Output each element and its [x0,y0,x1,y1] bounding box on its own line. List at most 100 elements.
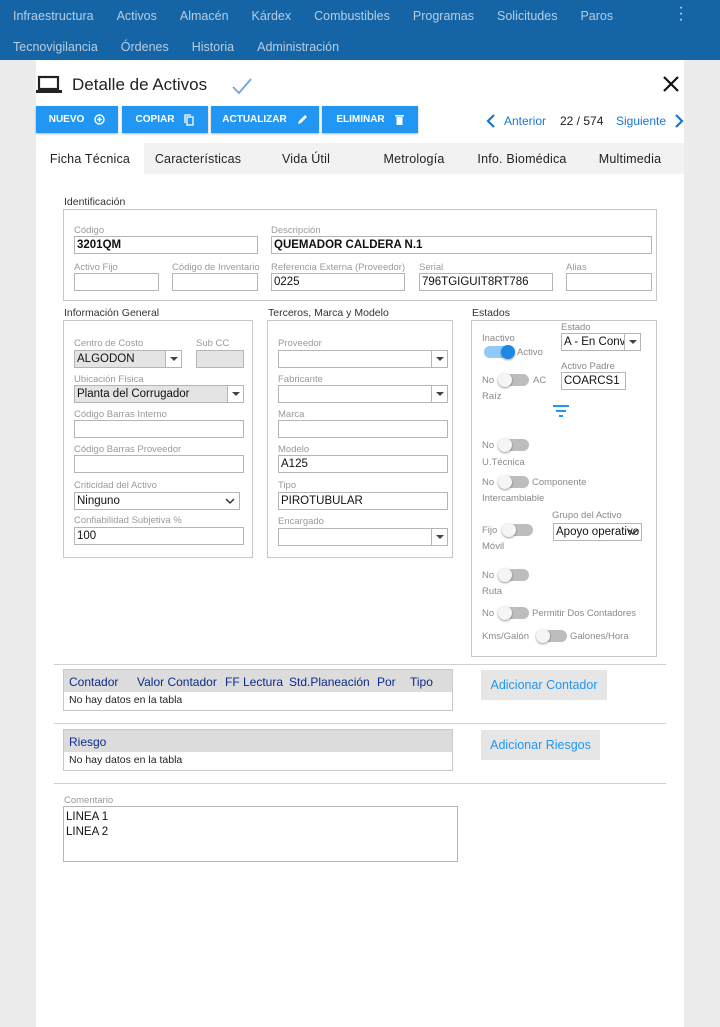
col-ff-lectura[interactable]: FF Lectura [225,675,283,689]
modelo-field[interactable]: A125 [278,455,448,473]
utecnica-toggle[interactable] [498,438,529,452]
eliminar-button[interactable]: ELIMINAR [322,106,418,133]
activo-toggle[interactable] [484,345,515,359]
chevron-left-icon[interactable] [485,113,497,129]
ubicacion-select[interactable]: Planta del Corrugador [74,385,244,403]
activo-fijo-field[interactable] [74,273,159,291]
cb-interno-field[interactable] [74,420,244,438]
no-ac-label: No [482,375,495,386]
nav-administracion[interactable]: Administración [257,40,339,54]
codigo-inventario-field[interactable] [172,273,258,291]
toggle-knob [498,475,512,489]
nav-programas[interactable]: Programas [413,9,474,23]
nav-ordenes[interactable]: Órdenes [121,40,169,54]
confiabilidad-field[interactable]: 100 [74,527,244,545]
permitir-toggle[interactable] [498,606,529,620]
nav-infraestructura[interactable]: Infraestructura [13,9,94,23]
check-icon [232,78,252,95]
adicionar-riesgos-button[interactable]: Adicionar Riesgos [481,730,600,760]
nav-activos[interactable]: Activos [117,9,157,23]
terceros-title: Terceros, Marca y Modelo [268,307,389,319]
no-utecnica-label: No [482,440,495,451]
siguiente-link[interactable]: Siguiente [616,114,666,128]
nuevo-button[interactable]: NUEVO [36,106,118,133]
nav-paros[interactable]: Paros [580,9,613,23]
nav-combustibles[interactable]: Combustibles [314,9,390,23]
col-por[interactable]: Por [377,675,396,689]
ruta-toggle[interactable] [498,568,529,582]
marca-label: Marca [278,409,305,420]
encargado-label: Encargado [278,516,324,527]
centro-costo-label: Centro de Costo [74,338,144,349]
tab-vida-util[interactable]: Vida Útil [252,143,360,174]
nav-kardex[interactable]: Kárdex [252,9,292,23]
more-vert-icon[interactable]: · · · [678,0,684,28]
componente-toggle[interactable] [498,475,529,489]
tipo-label: Tipo [278,480,297,491]
nav-historia[interactable]: Historia [192,40,234,54]
sub-cc-field[interactable] [196,350,244,368]
anterior-link[interactable]: Anterior [504,114,546,128]
filter-icon[interactable] [553,404,569,417]
divider [54,723,666,724]
tab-metrologia[interactable]: Metrología [360,143,468,174]
page-title: Detalle de Activos [72,75,208,94]
fijo-movil-toggle[interactable] [502,523,533,537]
tab-info-biomedica[interactable]: Info. Biomédica [468,143,576,174]
chevron-down-icon [227,386,243,402]
col-contador[interactable]: Contador [69,675,118,689]
cb-proveedor-field[interactable] [74,455,244,473]
actualizar-label: ACTUALIZAR [222,114,287,125]
codigo-field[interactable]: 3201QM [74,236,258,254]
sub-cc-label: Sub CC [196,338,230,349]
col-std-planeacion[interactable]: Std.Planeación [289,675,370,689]
marca-field[interactable] [278,420,448,438]
serial-field[interactable]: 796TGIGUIT8RT786 [419,273,553,291]
tipo-field[interactable]: PIROTUBULAR [278,492,448,510]
descripcion-field[interactable]: QUEMADOR CALDERA N.1 [271,236,652,254]
fabricante-select[interactable] [278,385,448,403]
estado-select[interactable]: A - En Convenio [561,333,641,351]
comentario-label: Comentario [64,795,114,806]
grupo-select[interactable]: Apoyo operativo [553,523,642,541]
referencia-field[interactable]: 0225 [271,273,405,291]
alias-label: Alias [566,262,587,273]
chevron-right-icon[interactable] [673,113,685,129]
tab-caracteristicas[interactable]: Características [144,143,252,174]
grupo-value: Apoyo operativo [556,526,640,538]
no-ruta-label: No [482,570,495,581]
activo-padre-field[interactable]: COARCS1 [561,372,626,390]
no-componente-label: No [482,477,495,488]
col-tipo[interactable]: Tipo [410,675,433,689]
encargado-select[interactable] [278,528,448,546]
adicionar-contador-button[interactable]: Adicionar Contador [481,670,607,700]
tab-multimedia[interactable]: Multimedia [576,143,684,174]
proveedor-select[interactable] [278,350,448,368]
tab-ficha-tecnica[interactable]: Ficha Técnica [36,143,144,174]
copy-icon [184,113,195,126]
raiz-label: Raíz [482,391,502,402]
chevron-down-icon [165,351,181,367]
identificacion-title: Identificación [64,196,126,208]
toggle-knob [498,373,512,387]
codigo-inventario-label: Código de Inventario [172,262,260,273]
ac-toggle[interactable] [498,373,529,387]
toggle-knob [498,606,512,620]
actualizar-button[interactable]: ACTUALIZAR [211,106,319,133]
close-icon[interactable] [662,75,680,93]
kms-galones-toggle[interactable] [536,629,567,643]
col-valor-contador[interactable]: Valor Contador [137,675,217,689]
nav-solicitudes[interactable]: Solicitudes [497,9,557,23]
nav-tecnovigilancia[interactable]: Tecnovigilancia [13,40,98,54]
col-riesgo[interactable]: Riesgo [69,735,106,749]
nav-almacen[interactable]: Almacén [180,9,229,23]
centro-costo-select[interactable]: ALGODON [74,350,182,368]
copiar-button[interactable]: COPIAR [122,106,208,133]
comentario-textarea[interactable]: LINEA 1 LINEA 2 [63,806,458,862]
componente-label: Componente [532,477,587,488]
trash-icon [394,115,404,125]
alias-field[interactable] [566,273,652,291]
proveedor-label: Proveedor [278,338,322,349]
activo-label: Activo [517,347,543,358]
criticidad-select[interactable]: Ninguno [74,492,240,510]
